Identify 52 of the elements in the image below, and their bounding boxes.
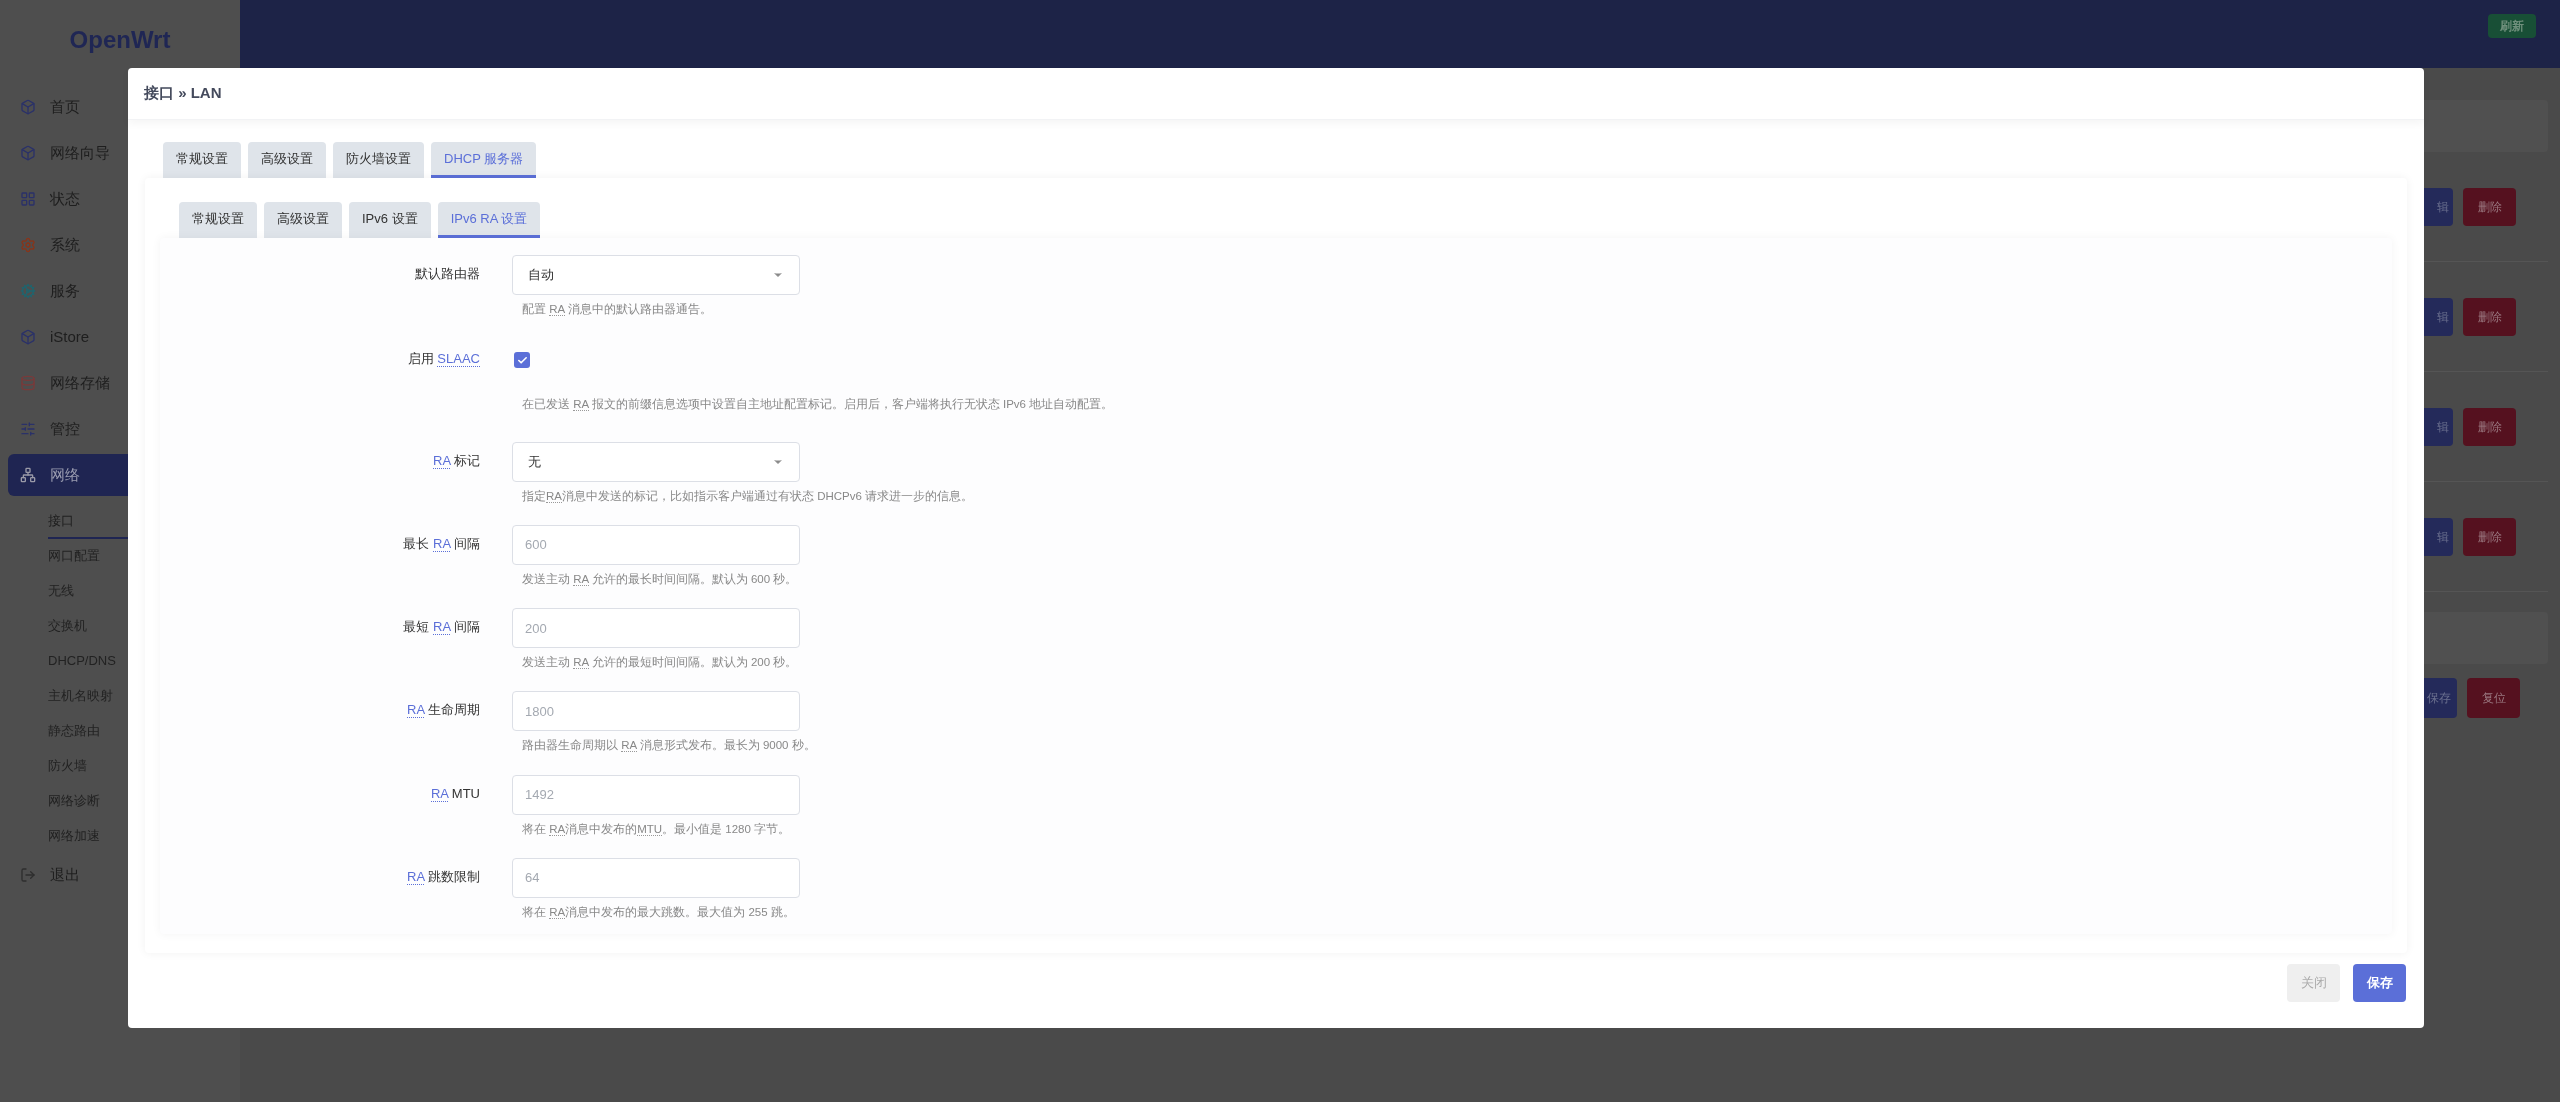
network-icon [20, 467, 36, 483]
delete-button[interactable]: 删除 [2463, 407, 2516, 446]
help-text: 路由器生命周期以 RA 消息形式发布。最长为 9000 秒。 [521, 738, 816, 755]
sliders-icon [20, 421, 36, 437]
delete-button[interactable]: 删除 [2463, 187, 2516, 226]
cube-icon [20, 145, 36, 161]
field-label: 启用 SLAAC [407, 350, 480, 369]
cube-icon [20, 99, 36, 115]
checkmark-icon [516, 354, 528, 366]
field-label: RA 跳数限制 [407, 867, 480, 887]
help-text: 将在 RA消息中发布的最大跳数。最大值为 255 跳。 [521, 904, 796, 921]
help-text: 配置 RA 消息中的默认路由器通告。 [521, 302, 713, 318]
help-text: 发送主动 RA 允许的最短时间间隔。默认为 200 秒。 [521, 655, 799, 671]
help-text: 将在 RA消息中发布的MTU。最小值是 1280 字节。 [521, 821, 792, 838]
input-field[interactable]: 1492 [512, 774, 800, 815]
field-label: RA MTU [430, 784, 480, 803]
input-field[interactable]: 1800 [512, 691, 800, 732]
help-text: 发送主动 RA 允许的最长时间间隔。默认为 600 秒。 [521, 571, 799, 588]
delete-button[interactable]: 删除 [2463, 517, 2516, 556]
input-field[interactable]: 200 [512, 608, 800, 648]
gear-icon [20, 237, 36, 253]
cube-icon [20, 329, 36, 345]
tab[interactable]: IPv6 设置 [349, 202, 431, 238]
delete-button[interactable]: 删除 [2463, 297, 2516, 336]
logout-icon [20, 867, 36, 883]
dropdown[interactable]: 无 [512, 441, 800, 482]
tab[interactable]: 常规设置 [163, 142, 241, 178]
field-label: 最短 RA 间隔 [403, 618, 480, 637]
save-button[interactable]: 保存 [2353, 964, 2406, 1002]
field-label: RA 生命周期 [407, 701, 480, 720]
tab[interactable]: 高级设置 [248, 142, 326, 178]
field-label: 默认路由器 [415, 265, 480, 283]
field-label: 最长 RA 间隔 [403, 534, 480, 554]
dropdown[interactable]: 自动 [512, 255, 800, 295]
tab[interactable]: 高级设置 [264, 202, 342, 238]
field-label: RA 标记 [433, 451, 480, 470]
dashboard-icon [20, 191, 36, 207]
modal-title: 接口 » LAN [144, 83, 222, 104]
checkbox[interactable] [514, 352, 530, 369]
help-text: 指定RA消息中发送的标记，比如指示客户端通过有状态 DHCPv6 请求进一步的信息。 [521, 488, 974, 505]
close-button[interactable]: 关闭 [2287, 964, 2340, 1002]
reset-button[interactable]: 复位 [2467, 678, 2520, 718]
database-icon [20, 375, 36, 391]
tab[interactable]: DHCP 服务器 [431, 142, 537, 178]
input-field[interactable]: 600 [512, 524, 800, 565]
tab[interactable]: IPv6 RA 设置 [437, 202, 541, 238]
refresh-button[interactable]: 刷新 [2488, 14, 2536, 38]
input-field[interactable]: 64 [512, 857, 800, 898]
tab[interactable]: 常规设置 [179, 202, 257, 238]
help-text: 在已发送 RA 报文的前缀信息选项中设置自主地址配置标记。启用后，客户端将执行无状态 IPv6 地址自动配置。 [521, 397, 1114, 414]
cog-icon [20, 283, 36, 299]
tab[interactable]: 防火墙设置 [333, 142, 424, 178]
